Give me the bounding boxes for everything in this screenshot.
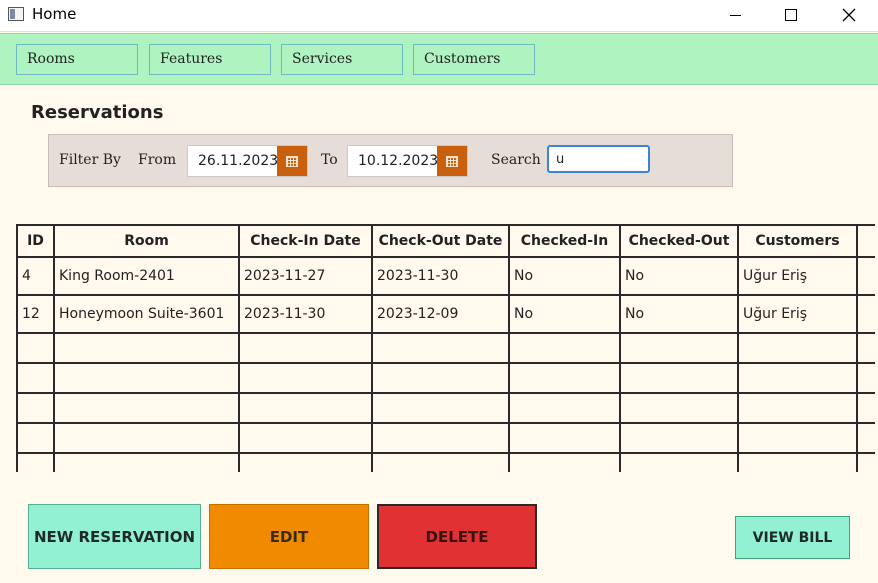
search-label: Search	[491, 152, 541, 168]
empty-row	[16, 392, 875, 424]
column-header-customers[interactable]: Customers	[737, 224, 858, 258]
cell-filler	[856, 294, 875, 334]
cell-customer: Uğur Eriş	[737, 256, 858, 296]
to-calendar-button[interactable]	[437, 146, 467, 176]
nav-bar: Rooms Features Services Customers	[0, 33, 878, 85]
cell-checked-out: No	[619, 256, 739, 296]
empty-row	[16, 332, 875, 364]
nav-customers-button[interactable]: Customers	[413, 44, 535, 75]
empty-row	[16, 422, 875, 454]
from-date-value: 26.11.2023	[198, 153, 279, 169]
minimize-icon	[729, 14, 741, 16]
nav-features-button[interactable]: Features	[149, 44, 271, 75]
empty-row	[16, 452, 875, 472]
column-header-filler	[856, 224, 875, 258]
cell-checked-in: No	[508, 294, 621, 334]
to-label: To	[321, 152, 338, 168]
nav-services-button[interactable]: Services	[281, 44, 403, 75]
cell-check-in: 2023-11-27	[238, 256, 373, 296]
column-header-check-in[interactable]: Check-In Date	[238, 224, 373, 258]
table-row[interactable]: 4 King Room-2401 2023-11-27 2023-11-30 N…	[16, 256, 875, 296]
maximize-icon	[785, 9, 797, 21]
close-icon	[842, 8, 856, 22]
reservations-table: ID Room Check-In Date Check-Out Date Che…	[16, 224, 878, 472]
cell-checked-out: No	[619, 294, 739, 334]
minimize-button[interactable]	[712, 0, 758, 30]
cell-filler	[856, 256, 875, 296]
cell-check-out: 2023-11-30	[371, 256, 510, 296]
column-header-checked-out[interactable]: Checked-Out	[619, 224, 739, 258]
cell-customer: Uğur Eriş	[737, 294, 858, 334]
new-reservation-button[interactable]: NEW RESERVATION	[28, 504, 201, 569]
table-header: ID Room Check-In Date Check-Out Date Che…	[16, 224, 875, 258]
empty-row	[16, 362, 875, 394]
calendar-icon	[286, 155, 298, 167]
cell-room: Honeymoon Suite-3601	[53, 294, 240, 334]
filter-by-label: Filter By	[59, 152, 121, 168]
from-calendar-button[interactable]	[277, 146, 307, 176]
column-header-check-out[interactable]: Check-Out Date	[371, 224, 510, 258]
delete-button[interactable]: DELETE	[377, 504, 537, 569]
cell-check-in: 2023-11-30	[238, 294, 373, 334]
table-row[interactable]: 12 Honeymoon Suite-3601 2023-11-30 2023-…	[16, 294, 875, 334]
column-header-room[interactable]: Room	[53, 224, 240, 258]
search-input[interactable]	[547, 145, 650, 173]
filter-panel: Filter By From 26.11.2023 To 10.12.2023 …	[48, 134, 733, 187]
from-date-picker[interactable]: 26.11.2023	[187, 145, 308, 177]
edit-button[interactable]: EDIT	[209, 504, 369, 569]
cell-id: 4	[16, 256, 55, 296]
page-title: Reservations	[31, 102, 164, 123]
cell-id: 12	[16, 294, 55, 334]
maximize-button[interactable]	[768, 0, 814, 30]
to-date-picker[interactable]: 10.12.2023	[347, 145, 468, 177]
title-bar: Home	[0, 0, 878, 32]
nav-rooms-button[interactable]: Rooms	[16, 44, 138, 75]
column-header-checked-in[interactable]: Checked-In	[508, 224, 621, 258]
cell-check-out: 2023-12-09	[371, 294, 510, 334]
close-button[interactable]	[826, 0, 872, 30]
to-date-value: 10.12.2023	[358, 153, 439, 169]
column-header-id[interactable]: ID	[16, 224, 55, 258]
cell-checked-in: No	[508, 256, 621, 296]
from-label: From	[138, 152, 177, 168]
calendar-icon	[446, 155, 458, 167]
window-title: Home	[32, 5, 77, 23]
window-icon	[8, 7, 24, 21]
view-bill-button[interactable]: VIEW BILL	[735, 516, 850, 559]
cell-room: King Room-2401	[53, 256, 240, 296]
